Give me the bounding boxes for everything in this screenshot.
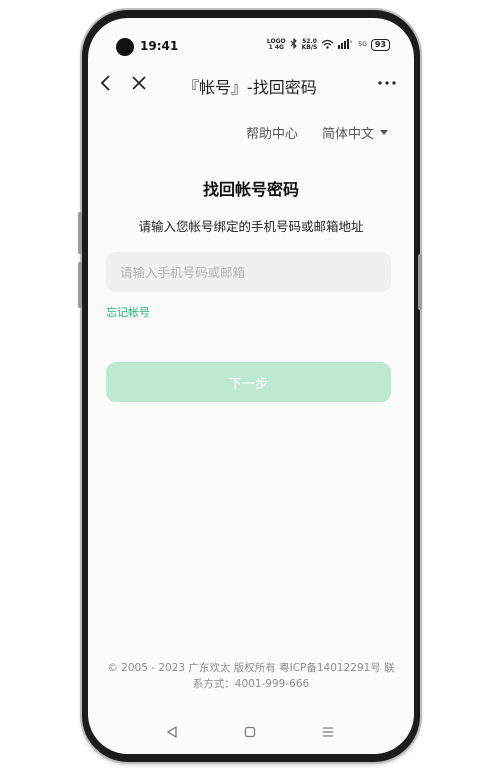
nav-bar: 『帐号』-找回密码	[88, 66, 414, 102]
caret-down-icon	[380, 130, 389, 135]
wifi-icon	[321, 39, 334, 51]
more-icon[interactable]	[376, 72, 398, 94]
form-heading: 找回帐号密码	[202, 180, 299, 199]
square-home-icon[interactable]	[244, 726, 256, 742]
footer-copyright: © 2005 - 2023 广东欢太 版权所有 粤ICP备14012291号 联…	[107, 662, 395, 690]
svg-text:x: x	[350, 39, 353, 44]
network-speed: 52.0 KB/S	[301, 37, 318, 51]
language-selector[interactable]: 简体中文	[322, 123, 389, 142]
system-nav-bar	[88, 725, 414, 748]
next-button[interactable]: 下一步	[106, 362, 391, 402]
help-center-link[interactable]: 帮助中心	[246, 123, 298, 142]
triangle-back-icon[interactable]	[166, 725, 178, 742]
status-bar: 19:41 LOGO 1 4G 52.0 KB/S x 5G 93	[88, 18, 414, 56]
volume-button-lower	[78, 262, 82, 308]
phone-screen: 19:41 LOGO 1 4G 52.0 KB/S x 5G 93 『帐号』-找…	[88, 18, 414, 754]
close-icon[interactable]	[128, 72, 150, 94]
battery-indicator: 93	[370, 38, 390, 51]
bluetooth-icon	[290, 37, 298, 51]
status-time: 19:41	[140, 39, 179, 53]
language-label: 简体中文	[322, 127, 375, 142]
chevron-left-icon[interactable]	[94, 72, 116, 94]
network-type-label: LOGO 1 4G	[266, 37, 286, 51]
signal-label: 5G	[358, 41, 367, 48]
phone-or-email-input[interactable]	[106, 252, 391, 292]
status-icons: LOGO 1 4G 52.0 KB/S x 5G 93	[266, 37, 390, 51]
front-camera	[116, 38, 134, 56]
volume-button	[78, 212, 82, 254]
power-button	[418, 254, 422, 310]
forgot-account-link[interactable]: 忘记帐号	[106, 304, 150, 320]
signal-icon: x	[338, 38, 354, 51]
form-subtitle: 请输入您帐号绑定的手机号码或邮箱地址	[138, 219, 364, 234]
page-title: 『帐号』-找回密码	[183, 78, 317, 97]
menu-lines-icon[interactable]	[322, 726, 334, 742]
